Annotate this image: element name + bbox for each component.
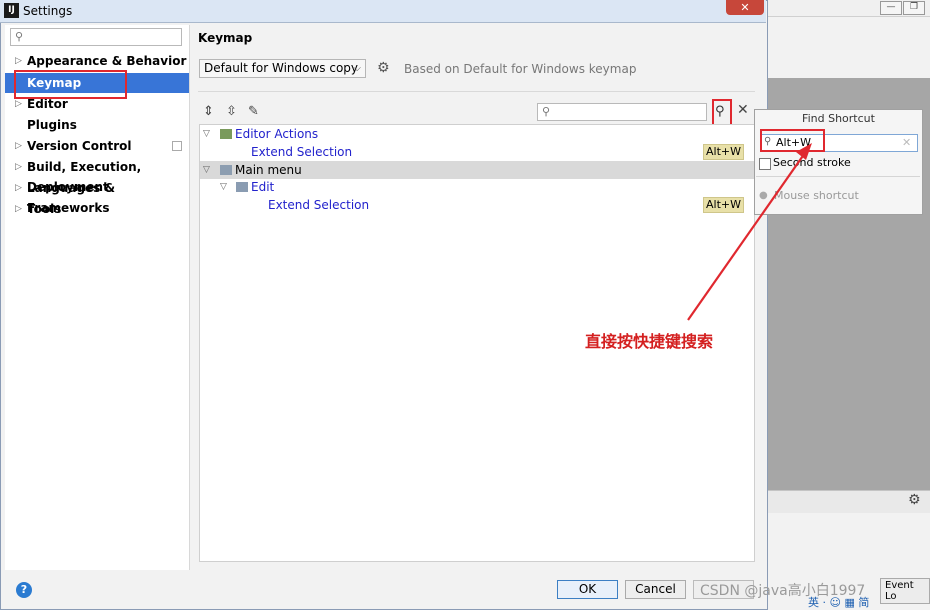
cancel-button[interactable]: Cancel	[625, 580, 686, 599]
help-button[interactable]: ?	[16, 582, 32, 598]
annotation-text: 直接按快捷键搜索	[585, 332, 714, 351]
ime-tray: 英 · ☺ ▦ 简	[808, 596, 870, 609]
annotation-arrow	[687, 143, 812, 321]
ok-button[interactable]: OK	[557, 580, 618, 599]
